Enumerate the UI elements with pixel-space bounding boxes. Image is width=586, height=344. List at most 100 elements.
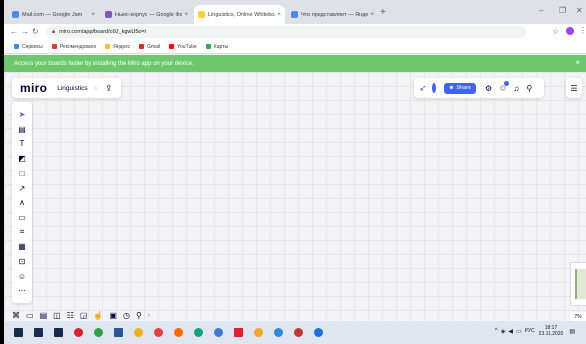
app-icon[interactable]	[314, 328, 323, 337]
screen-share-icon[interactable]: ◫	[53, 311, 61, 320]
history-icon[interactable]: ◷	[123, 311, 130, 320]
favorite-star-icon[interactable]: ☆	[93, 85, 98, 92]
emoji-icon[interactable]: ☺	[12, 270, 32, 283]
bookmark-item[interactable]: Карты	[205, 44, 228, 50]
app-icon[interactable]	[154, 328, 163, 337]
avatar[interactable]	[431, 83, 436, 93]
bookmark-item[interactable]: Gmail	[139, 44, 160, 50]
bookmark-favicon-icon	[205, 44, 211, 49]
word-icon[interactable]	[114, 328, 123, 337]
bookmark-item[interactable]: Яндекс	[105, 44, 130, 50]
board-header: miro Linguistics ☆ ⇪	[12, 78, 121, 98]
chat-icon[interactable]: ▤	[40, 311, 48, 320]
bookmark-item[interactable]: Сервисы	[14, 44, 43, 50]
frames-panel-icon[interactable]: ⌘	[12, 311, 20, 320]
browser-tab[interactable]: Что представляет — Яндекс ×	[287, 5, 378, 24]
bottom-toolbar: ⌘ ▭ ▤ ◫ ☷ ◲ ☝ ▣ ◷ ⚲ ›	[12, 308, 150, 322]
shape-icon[interactable]: □	[12, 167, 32, 180]
notifications-icon[interactable]: ▤	[569, 328, 575, 335]
tab-favicon-icon	[198, 11, 205, 18]
frame-icon[interactable]: ⌗	[12, 226, 32, 239]
export-icon[interactable]: ⇪	[105, 83, 113, 94]
bookmark-favicon-icon	[14, 44, 19, 49]
board-frame-preview[interactable]	[570, 262, 586, 306]
app-icon[interactable]	[274, 328, 283, 337]
language-indicator[interactable]: РУС	[525, 328, 535, 334]
video-icon[interactable]: ▣	[109, 311, 117, 320]
collaboration-bar: ➶ ☻ Share ⚙ ♲ ♫ ⚲	[414, 78, 544, 98]
miro-logo[interactable]: miro	[20, 81, 47, 95]
tab-favicon-icon	[12, 11, 19, 18]
more-tools-icon[interactable]: ⋯	[12, 284, 32, 297]
pen-icon[interactable]: ∧	[12, 196, 32, 209]
volume-icon[interactable]: ◀︎	[508, 328, 513, 335]
upload-icon[interactable]: ⊡	[12, 255, 32, 268]
bookmark-star-icon[interactable]: ☆	[552, 27, 559, 36]
browser-tab[interactable]: Ньюс-корпус — Google Форма ×	[101, 5, 192, 24]
activity-icon[interactable]: ♲	[499, 80, 510, 93]
profile-avatar[interactable]	[566, 27, 574, 35]
app-icon[interactable]	[194, 328, 203, 337]
clock[interactable]: 18:17 23.11.2020	[539, 325, 564, 337]
file-explorer-icon[interactable]	[134, 328, 143, 337]
minimize-icon[interactable]: –	[539, 6, 543, 15]
bookmark-item[interactable]: Рекомендовано	[51, 44, 96, 50]
chevron-right-icon[interactable]: ›	[148, 312, 150, 319]
network-icon[interactable]: ◈	[501, 328, 506, 335]
bookmark-item[interactable]: YouTube	[169, 44, 197, 50]
tab-close-icon[interactable]: ×	[91, 12, 95, 18]
comment-icon[interactable]: ▭	[12, 211, 32, 224]
opera-icon[interactable]	[74, 328, 83, 337]
list-icon: ☰	[570, 83, 578, 93]
timer-icon[interactable]: ◲	[80, 311, 88, 320]
text-icon[interactable]: T	[12, 137, 32, 150]
app-icon[interactable]	[294, 328, 303, 337]
banner-close-icon[interactable]: ×	[575, 58, 580, 67]
tab-close-icon[interactable]: ×	[184, 12, 188, 18]
comments-panel-icon[interactable]: ▭	[26, 311, 34, 320]
chrome-icon[interactable]	[94, 328, 103, 337]
bookmark-label: YouTube	[177, 43, 197, 50]
connection-line-icon[interactable]: ↗	[12, 182, 32, 195]
browser-tab-active[interactable]: Linguistics, Online Whiteboard f ×	[194, 5, 285, 24]
cards-icon[interactable]: ☷	[67, 311, 74, 320]
chevron-up-icon[interactable]: ^	[495, 328, 498, 334]
tab-close-icon[interactable]: ×	[370, 12, 374, 18]
search-icon[interactable]	[34, 328, 43, 337]
app-icon[interactable]	[214, 328, 223, 337]
search-icon[interactable]: ⚲	[526, 84, 532, 93]
activity-icon[interactable]: ⚲	[136, 311, 142, 320]
collaborator-cursor-icon[interactable]: ➶	[419, 83, 427, 94]
address-bar-row: ← → ↻ 🔒︎ miro.com/app/board/o9J_kgwU5o=/…	[4, 24, 586, 40]
bookmark-favicon-icon	[169, 44, 175, 49]
battery-icon[interactable]: ▭	[516, 328, 522, 335]
vote-icon[interactable]: ☝	[93, 311, 103, 320]
share-button[interactable]: ☻ Share	[443, 82, 477, 94]
board-name[interactable]: Linguistics	[57, 85, 87, 92]
back-arrow-icon[interactable]: ←	[10, 27, 18, 36]
template-icon[interactable]: ▤	[12, 123, 32, 136]
maximize-icon[interactable]: ❐	[559, 6, 566, 15]
forward-arrow-icon[interactable]: →	[21, 27, 29, 36]
windows-start-icon[interactable]	[14, 328, 23, 337]
cursor-icon[interactable]: ➤	[12, 108, 32, 121]
bookmark-label: Gmail	[147, 43, 161, 50]
bell-icon[interactable]: ♫	[513, 84, 519, 93]
tab-favicon-icon	[291, 11, 298, 18]
address-bar[interactable]: 🔒︎ miro.com/app/board/o9J_kgwU5o=/	[46, 26, 526, 38]
settings-sliders-icon[interactable]: ⚙	[485, 84, 492, 93]
tab-close-icon[interactable]: ×	[277, 12, 281, 18]
browser-tab[interactable]: Mail.com — Google Jam ×	[8, 5, 99, 24]
yandex-icon[interactable]	[234, 328, 243, 337]
board-menu-button[interactable]: ☰	[566, 78, 582, 98]
app-icon[interactable]	[174, 328, 183, 337]
sticky-note-icon[interactable]: ◩	[12, 152, 32, 165]
table-icon[interactable]: ▦	[12, 240, 32, 253]
app-icon[interactable]	[254, 328, 263, 337]
board-canvas[interactable]: miro Linguistics ☆ ⇪ ➶ ☻ Share ⚙ ♲ ♫ ⚲ ☰…	[4, 72, 586, 322]
reload-icon[interactable]: ↻	[32, 27, 39, 36]
close-window-icon[interactable]: ✕	[576, 6, 583, 15]
new-tab-button[interactable]: +	[380, 7, 386, 18]
browser-menu-icon[interactable]: ⋮	[579, 26, 586, 35]
task-view-icon[interactable]	[54, 328, 63, 337]
